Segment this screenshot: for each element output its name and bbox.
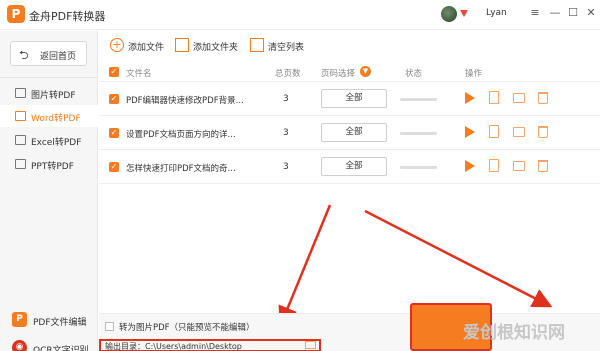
sidebar-item-label: OCR文字识别 [33,346,89,351]
page-range-dropdown-icon[interactable]: ▼ [360,66,371,77]
sidebar-item-label: Word转PDF [31,114,81,124]
play-icon[interactable] [465,92,475,104]
file-name: PDF编辑器快速修改PDF背景... [126,96,244,106]
ppt-icon [15,159,26,169]
excel-icon [15,135,26,145]
header-pages: 总页数 [275,69,301,79]
word-icon [15,111,26,121]
header-page-range: 页码选择 [321,69,356,79]
arrow-to-output-dir [278,204,332,327]
header-actions: 操作 [465,69,483,79]
page-count: 3 [283,162,289,172]
folder-icon [175,38,189,52]
sidebar-item-word-to-pdf[interactable]: Word转PDF [0,105,98,127]
username[interactable]: Lyan [486,8,507,18]
header-status: 状态 [405,69,423,79]
browse-folder-icon[interactable] [305,341,316,349]
clear-list-label: 清空列表 [268,43,305,53]
document-icon[interactable] [489,159,499,172]
table-header: ✓ 文件名 总页数 页码选择 ▼ 状态 操作 [99,62,600,82]
file-name: 设置PDF文档页面方向的详... [126,130,236,140]
back-home-label: 返回首页 [40,52,77,62]
sidebar-item-label: Excel转PDF [31,138,82,148]
trash-icon[interactable] [538,126,548,138]
image-pdf-label: 转为图片PDF（只能预览不能编辑） [119,323,255,333]
sidebar-item-pdf-edit[interactable]: P PDF文件编辑 [0,308,98,332]
sidebar-item-excel-to-pdf[interactable]: Excel转PDF [0,129,98,151]
close-icon[interactable]: ✕ [583,5,599,21]
status-progress [400,98,437,101]
maximize-icon[interactable]: ☐ [565,5,581,21]
output-dir-field[interactable]: 输出目录：C:\Users\admin\Desktop [99,339,321,351]
image-icon [15,88,26,98]
broom-icon [250,38,264,52]
title-bar: P 金舟PDF转换器 Lyan ≡ — ☐ ✕ [0,0,600,30]
document-icon[interactable] [489,125,499,138]
add-icon: + [110,38,124,52]
folder-icon[interactable] [513,127,525,137]
pdf-edit-icon: P [12,312,27,327]
arrow-to-convert-button [364,209,553,308]
file-name: 怎样快速打印PDF文档的奇... [126,164,236,174]
output-dir-label: 输出目录：C:\Users\admin\Desktop [105,342,242,351]
page-count: 3 [283,128,289,138]
table-row: ✓ 怎样快速打印PDF文档的奇... 3 全部 [99,150,600,184]
sidebar-divider [0,77,98,78]
page-range-select[interactable]: 全部 [321,89,387,108]
table-row: ✓ PDF编辑器快速修改PDF背景... 3 全部 [99,82,600,116]
page-count: 3 [283,94,289,104]
sidebar-item-ocr[interactable]: ◉ OCR文字识别 [0,336,98,351]
add-folder-label: 添加文件夹 [193,43,239,53]
row-checkbox[interactable]: ✓ [109,94,119,104]
back-arrow-icon: ⮌ [19,48,29,62]
trash-icon[interactable] [538,160,548,172]
status-progress [400,132,437,135]
play-icon[interactable] [465,126,475,138]
folder-icon[interactable] [513,161,525,171]
ocr-icon: ◉ [12,340,27,351]
page-range-select[interactable]: 全部 [321,123,387,142]
select-all-checkbox[interactable]: ✓ [109,67,119,77]
minimize-icon[interactable]: — [547,5,563,21]
row-checkbox[interactable]: ✓ [109,162,119,172]
sidebar: ⮌ 返回首页 图片转PDF Word转PDF Excel转PDF PPT转PDF… [0,31,98,351]
app-logo-icon: P [7,5,25,23]
table-row: ✓ 设置PDF文档页面方向的详... 3 全部 [99,116,600,150]
status-progress [400,166,437,169]
avatar[interactable] [441,6,457,22]
sidebar-item-ppt-to-pdf[interactable]: PPT转PDF [0,153,98,175]
menu-icon[interactable]: ≡ [527,5,543,21]
sidebar-item-image-to-pdf[interactable]: 图片转PDF [0,82,98,104]
page-range-select[interactable]: 全部 [321,157,387,176]
document-icon[interactable] [489,91,499,104]
trash-icon[interactable] [538,92,548,104]
folder-icon[interactable] [513,93,525,103]
sidebar-item-label: 图片转PDF [31,91,76,101]
app-title: 金舟PDF转换器 [29,10,106,23]
header-filename: 文件名 [126,69,152,79]
row-checkbox[interactable]: ✓ [109,128,119,138]
watermark: 爱创根知识网 [463,323,565,343]
image-pdf-checkbox[interactable] [105,322,114,331]
sidebar-item-label: PDF文件编辑 [33,318,87,328]
back-home-button[interactable]: ⮌ 返回首页 [10,41,87,66]
vip-gem-icon[interactable] [460,10,468,17]
sidebar-item-label: PPT转PDF [31,162,74,172]
play-icon[interactable] [465,160,475,172]
add-file-label: 添加文件 [128,43,165,53]
